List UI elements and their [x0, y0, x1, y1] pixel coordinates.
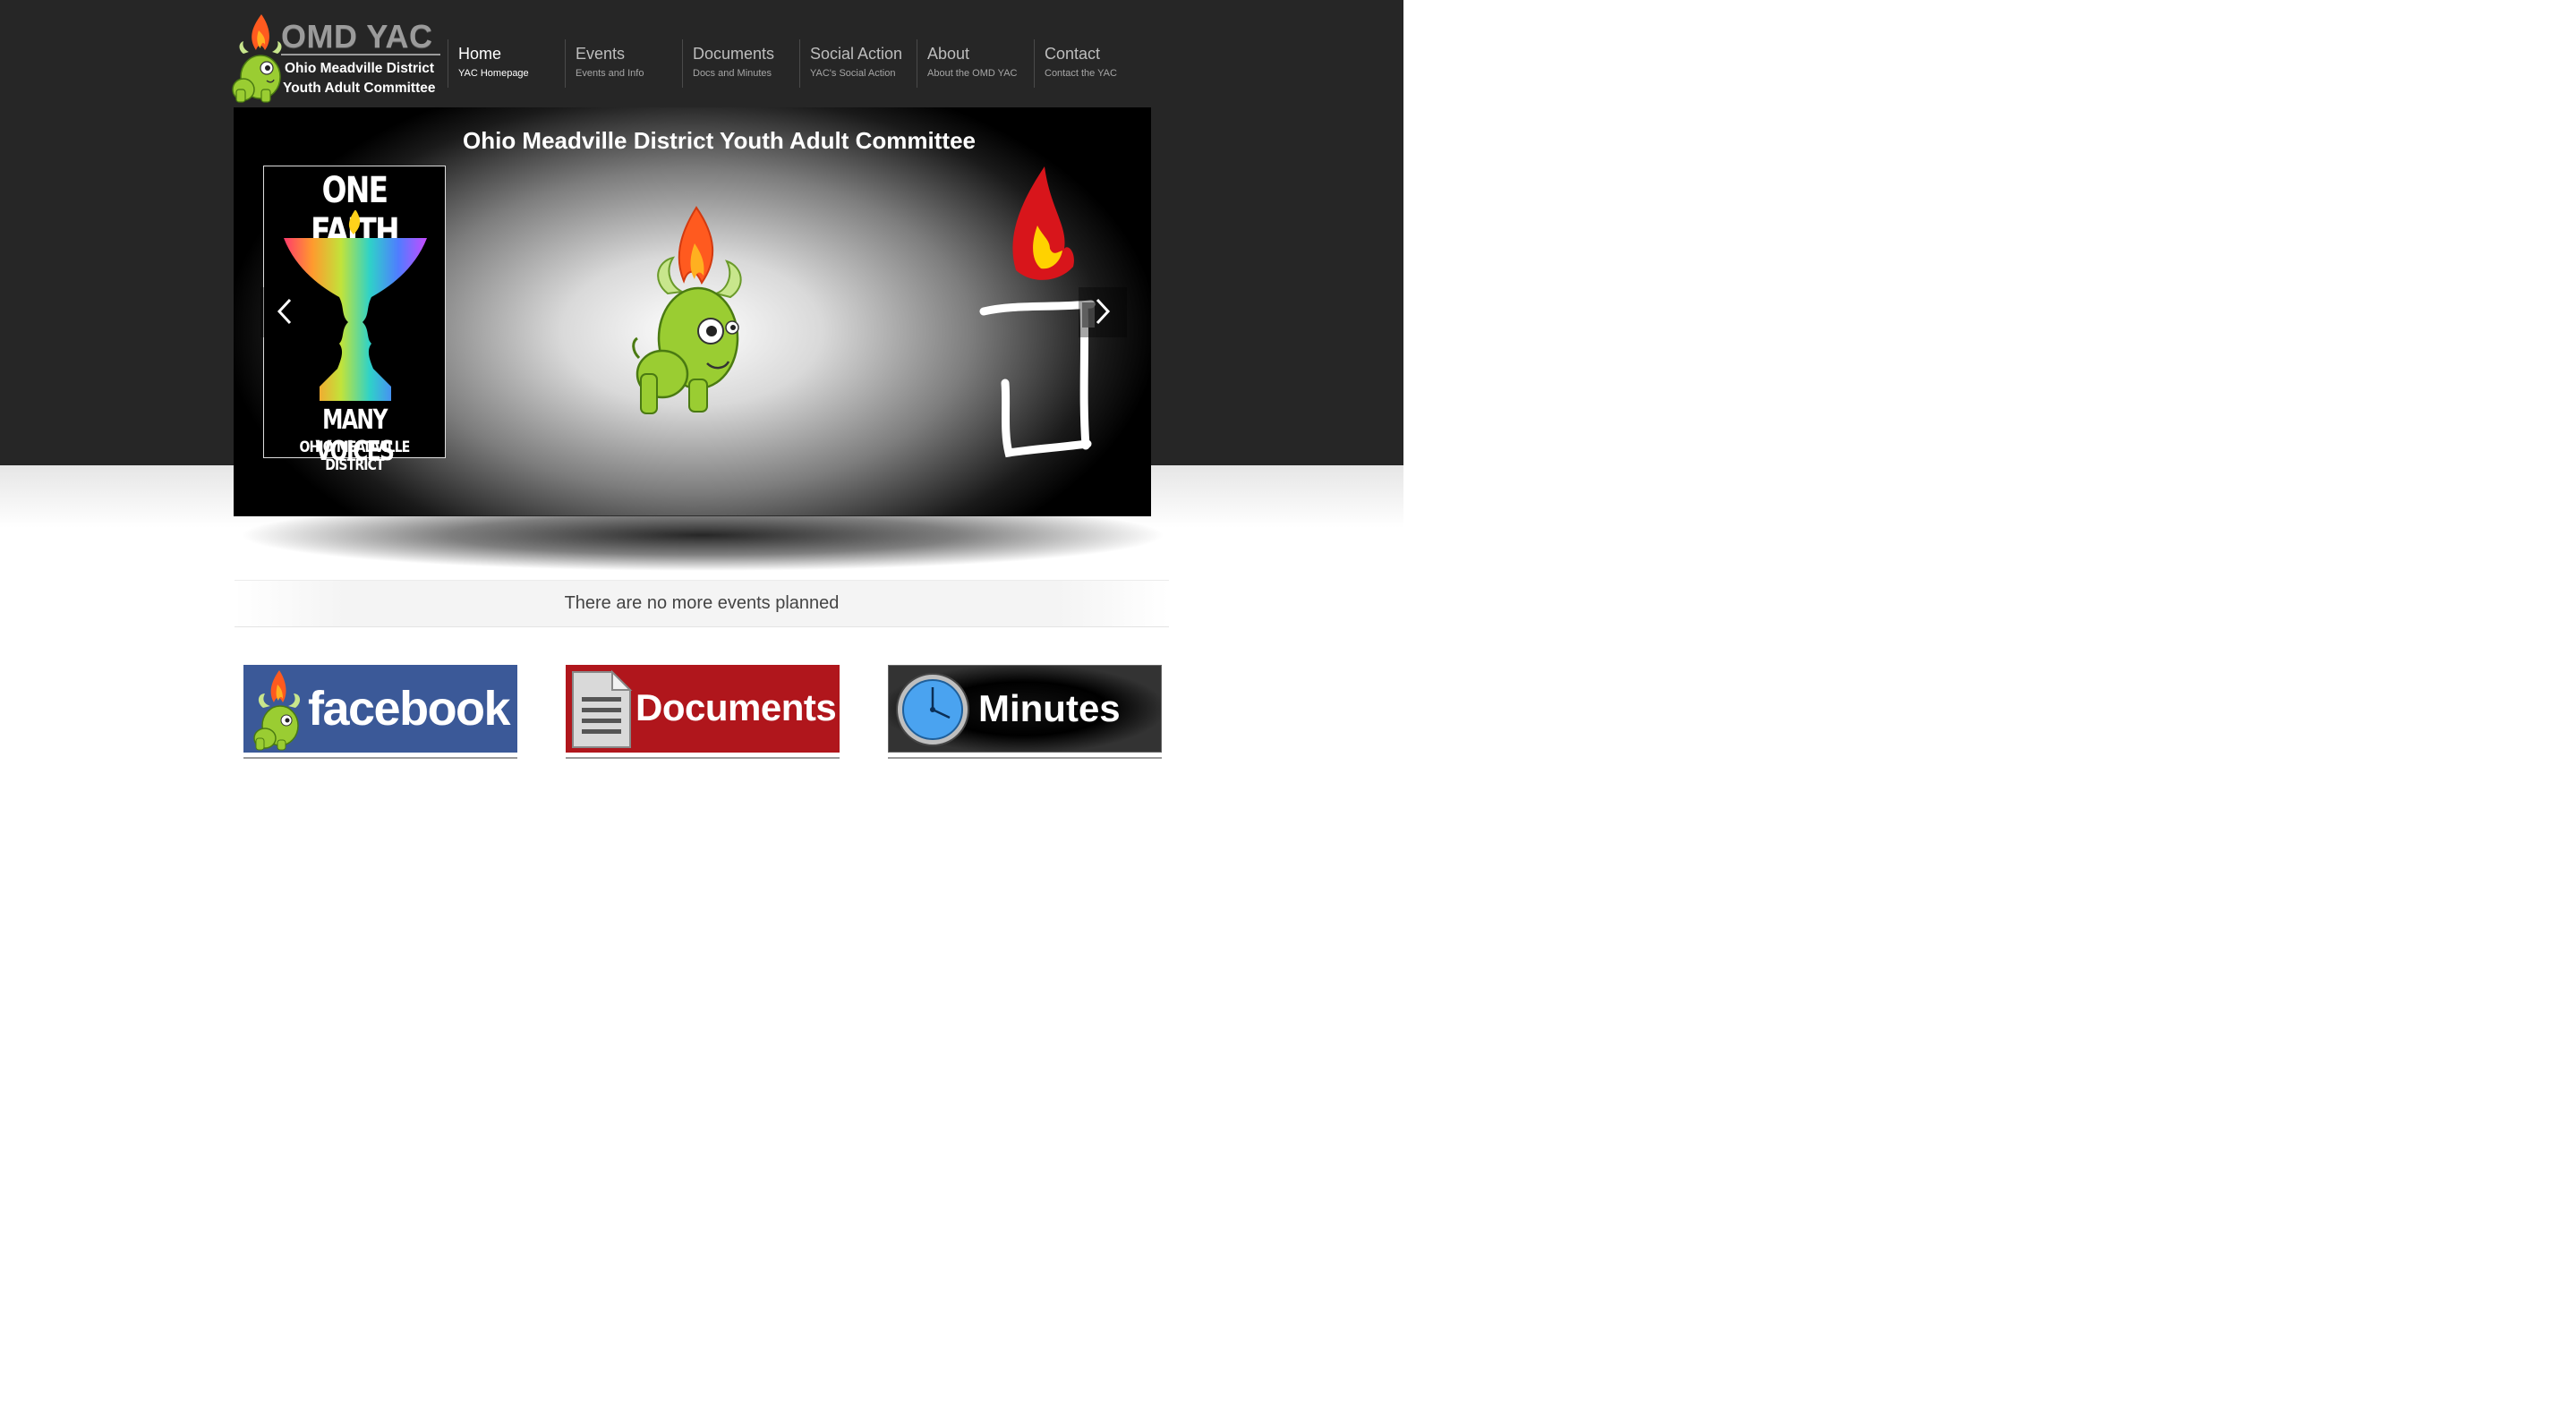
nav-item-home[interactable]: Home YAC Homepage [448, 39, 565, 88]
clock-icon [896, 673, 969, 746]
nav-item-title: Social Action [810, 45, 903, 63]
facebook-tile-underline [243, 757, 517, 759]
logo-divider [281, 54, 440, 55]
facebook-tile-label: facebook [308, 682, 511, 736]
slider-next-button[interactable] [1079, 287, 1127, 337]
chevron-right-icon [1096, 298, 1111, 325]
mascot-icon [253, 670, 301, 751]
nav-item-contact[interactable]: Contact Contact the YAC [1034, 39, 1151, 88]
minutes-tile-underline [888, 757, 1162, 759]
minutes-tile-label: Minutes [978, 687, 1121, 729]
documents-tile-underline [566, 757, 840, 759]
documents-tile-label: Documents [635, 686, 837, 728]
nav-item-subtitle: Docs and Minutes [693, 68, 772, 79]
events-message: There are no more events planned [564, 593, 840, 613]
mascot-logo-icon [232, 14, 282, 103]
nav-item-title: Contact [1045, 45, 1101, 63]
nav-item-about[interactable]: About About the OMD YAC [917, 39, 1034, 88]
nav-item-documents[interactable]: Documents Docs and Minutes [682, 39, 799, 88]
nav-item-subtitle: YAC Homepage [458, 68, 529, 79]
slider-title: Ohio Meadville District Youth Adult Comm… [462, 127, 976, 154]
nav-item-title: About [927, 45, 970, 63]
nav-item-title: Documents [693, 45, 775, 63]
nav-item-subtitle: Events and Info [576, 68, 644, 79]
slider-prev-button[interactable] [260, 287, 309, 337]
logo-subtitle-line1: Ohio Meadville District [285, 61, 435, 76]
minutes-tile-button[interactable]: Minutes [888, 665, 1162, 753]
nav-item-subtitle: YAC's Social Action [810, 68, 896, 79]
poster-bottom-text: OHIO MEADVILLE DISTRICT [299, 438, 411, 474]
main-nav: Home YAC Homepage Events Events and Info… [448, 39, 1151, 88]
site-logo[interactable]: OMD YAC Ohio Meadville District Youth Ad… [231, 7, 442, 104]
nav-item-subtitle: Contact the YAC [1045, 68, 1117, 79]
nav-item-social-action[interactable]: Social Action YAC's Social Action [799, 39, 917, 88]
events-bar: There are no more events planned [235, 580, 1169, 627]
nav-item-title: Home [458, 45, 502, 63]
documents-tile-button[interactable]: Documents [566, 665, 840, 753]
logo-title: OMD YAC [281, 18, 433, 55]
slider-shadow [242, 515, 1164, 580]
nav-item-title: Events [576, 45, 626, 63]
facebook-tile-button[interactable]: facebook [243, 665, 517, 753]
document-icon [572, 669, 633, 748]
nav-item-subtitle: About the OMD YAC [927, 68, 1018, 79]
nav-item-events[interactable]: Events Events and Info [565, 39, 682, 88]
image-slider: Ohio Meadville District Youth Adult Comm… [234, 107, 1151, 516]
logo-subtitle-line2: Youth Adult Committee [283, 81, 436, 96]
mascot-icon [632, 206, 742, 414]
chevron-left-icon [277, 298, 292, 325]
